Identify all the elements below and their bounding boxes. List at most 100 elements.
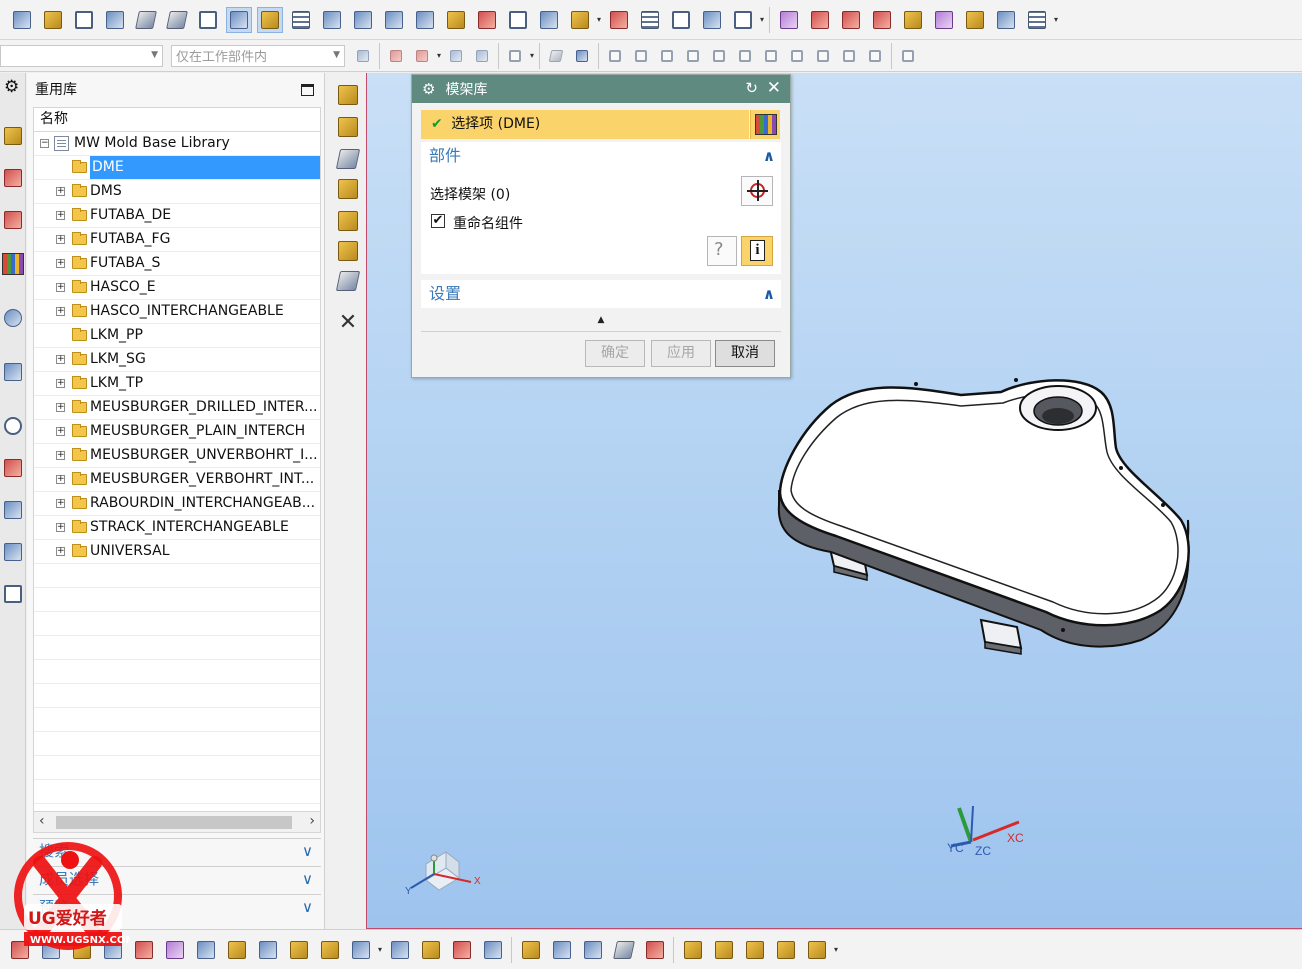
expand-icon[interactable]: + [56,451,65,460]
region-icon[interactable] [932,8,956,32]
rectangle-select-icon[interactable] [507,48,523,64]
tree-row[interactable]: + MEUSBURGER_VERBOHRT_INT... [34,468,320,492]
new-component-icon[interactable] [336,115,360,139]
scroll-left-icon[interactable]: ‹ [39,813,45,829]
section-icon[interactable] [450,938,474,962]
snap-tangent-icon[interactable] [737,48,753,64]
rename-components-checkbox[interactable]: ✔ [431,214,445,228]
snap-existing-point-icon[interactable] [815,48,831,64]
settings-group-header[interactable]: 设置 ∧ [421,280,781,308]
wcs-icon[interactable] [103,8,127,32]
tree-row[interactable]: + HASCO_INTERCHANGEABLE [34,300,320,324]
expand-icon[interactable]: + [56,379,65,388]
measure-icon[interactable] [349,938,373,962]
block-icon[interactable] [134,8,158,32]
dropdown-caret[interactable]: ▾ [376,945,384,954]
molded-part-model[interactable] [777,378,1190,655]
tree-row[interactable]: + HASCO_E [34,276,320,300]
snap-quadrant-icon[interactable] [789,48,805,64]
delete-icon[interactable]: ✕ [336,311,360,335]
tree-row[interactable]: + RABOURDIN_INTERCHANGEAB... [34,492,320,516]
select-feature-icon[interactable] [414,48,430,64]
tree-row[interactable]: LKM_PP [34,324,320,348]
slider-icon[interactable] [413,8,437,32]
expand-icon[interactable]: + [56,235,65,244]
tree-row[interactable]: + MEUSBURGER_UNVERBOHRT_I... [34,444,320,468]
offset-face-icon[interactable] [225,938,249,962]
snap-midpoint-icon[interactable] [659,48,675,64]
selection-item-bar[interactable]: ✔ 选择项 (DME) [421,110,749,139]
tree-row[interactable]: + FUTABA_DE [34,204,320,228]
tree-row[interactable]: + MEUSBURGER_DRILLED_INTER... [34,396,320,420]
box-icon[interactable] [132,938,156,962]
electrode-icon[interactable] [607,8,631,32]
reset-icon[interactable]: ↻ [745,79,758,97]
ok-button[interactable]: 确定 [585,340,645,367]
mesh-surface-icon[interactable] [163,938,187,962]
collapse-dialog-arrow[interactable]: ▲ [412,315,790,329]
move-component-icon[interactable] [335,147,361,171]
patch-icon[interactable] [808,8,832,32]
bom-icon[interactable] [638,8,662,32]
magnet-icon[interactable] [581,938,605,962]
expand-icon[interactable]: + [56,427,65,436]
snap-on-curve-icon[interactable] [841,48,857,64]
chart-icon[interactable] [481,938,505,962]
runner-icon[interactable] [537,8,561,32]
doc-icon[interactable] [731,8,755,32]
tools-icon[interactable] [225,6,252,33]
copy-body-icon[interactable] [994,8,1018,32]
tree-column-header[interactable]: 名称 [34,108,320,132]
drawing-icon[interactable] [669,8,693,32]
select-body-icon[interactable] [474,48,490,64]
snap-endpoint-icon[interactable] [633,48,649,64]
reposition-icon[interactable] [336,239,360,263]
history-clock-icon[interactable] [2,415,24,437]
wrap-icon[interactable] [612,938,636,962]
extend-surface-icon[interactable] [870,8,894,32]
ejector-pin-icon[interactable] [351,8,375,32]
snap-control-icon[interactable] [685,48,701,64]
expand-icon[interactable]: + [56,355,65,364]
cursor-icon[interactable] [388,48,404,64]
tube-icon[interactable] [550,938,574,962]
dropdown-caret[interactable]: ▾ [435,51,443,60]
split-icon[interactable] [839,8,863,32]
doc-dropdown-caret[interactable]: ▾ [758,15,766,24]
system-scenes-icon[interactable] [2,583,24,605]
insert-icon[interactable] [712,938,736,962]
scrollbar-thumb[interactable] [56,816,292,829]
tree-row[interactable]: + DMS [34,180,320,204]
delete-face-icon[interactable] [256,938,280,962]
tree-row[interactable]: + FUTABA_S [34,252,320,276]
check-icon[interactable] [388,938,412,962]
surface-icon[interactable] [777,8,801,32]
snap-intersection-icon[interactable] [711,48,727,64]
selection-scope-select[interactable]: 仅在工作部件内 ▼ [171,44,345,67]
wave-link-icon[interactable] [336,209,360,233]
collapse-icon[interactable]: − [40,139,49,148]
constraint-navigator-icon[interactable] [2,167,24,189]
type-filter-select[interactable]: ▼ [0,44,163,67]
view-manager-icon[interactable] [700,8,724,32]
web-browser-icon[interactable] [2,361,24,383]
horizontal-scrollbar[interactable]: ‹ › [33,811,321,833]
standard-part-icon[interactable] [320,8,344,32]
parts-group-header[interactable]: 部件 ∧ [421,142,781,170]
dimension-icon[interactable] [774,938,798,962]
work-coordinate-system[interactable]: X Y [405,850,481,897]
mold-plate-icon[interactable] [681,938,705,962]
tree-row[interactable]: + MEUSBURGER_PLAIN_INTERCH [34,420,320,444]
cooling-icon[interactable] [568,8,592,32]
reuse-library-icon[interactable] [2,253,24,275]
expand-icon[interactable]: + [56,187,65,196]
catalog-button[interactable] [750,110,780,139]
chevron-up-icon[interactable]: ∧ [763,280,775,308]
expand-icon[interactable]: + [56,211,65,220]
sew-icon[interactable] [194,938,218,962]
copy-icon[interactable] [196,8,220,32]
view-icon[interactable] [165,8,189,32]
scroll-right-icon[interactable]: › [309,813,315,829]
tree-root-row[interactable]: − MW Mold Base Library [34,132,320,156]
filter-icon[interactable] [355,48,371,64]
